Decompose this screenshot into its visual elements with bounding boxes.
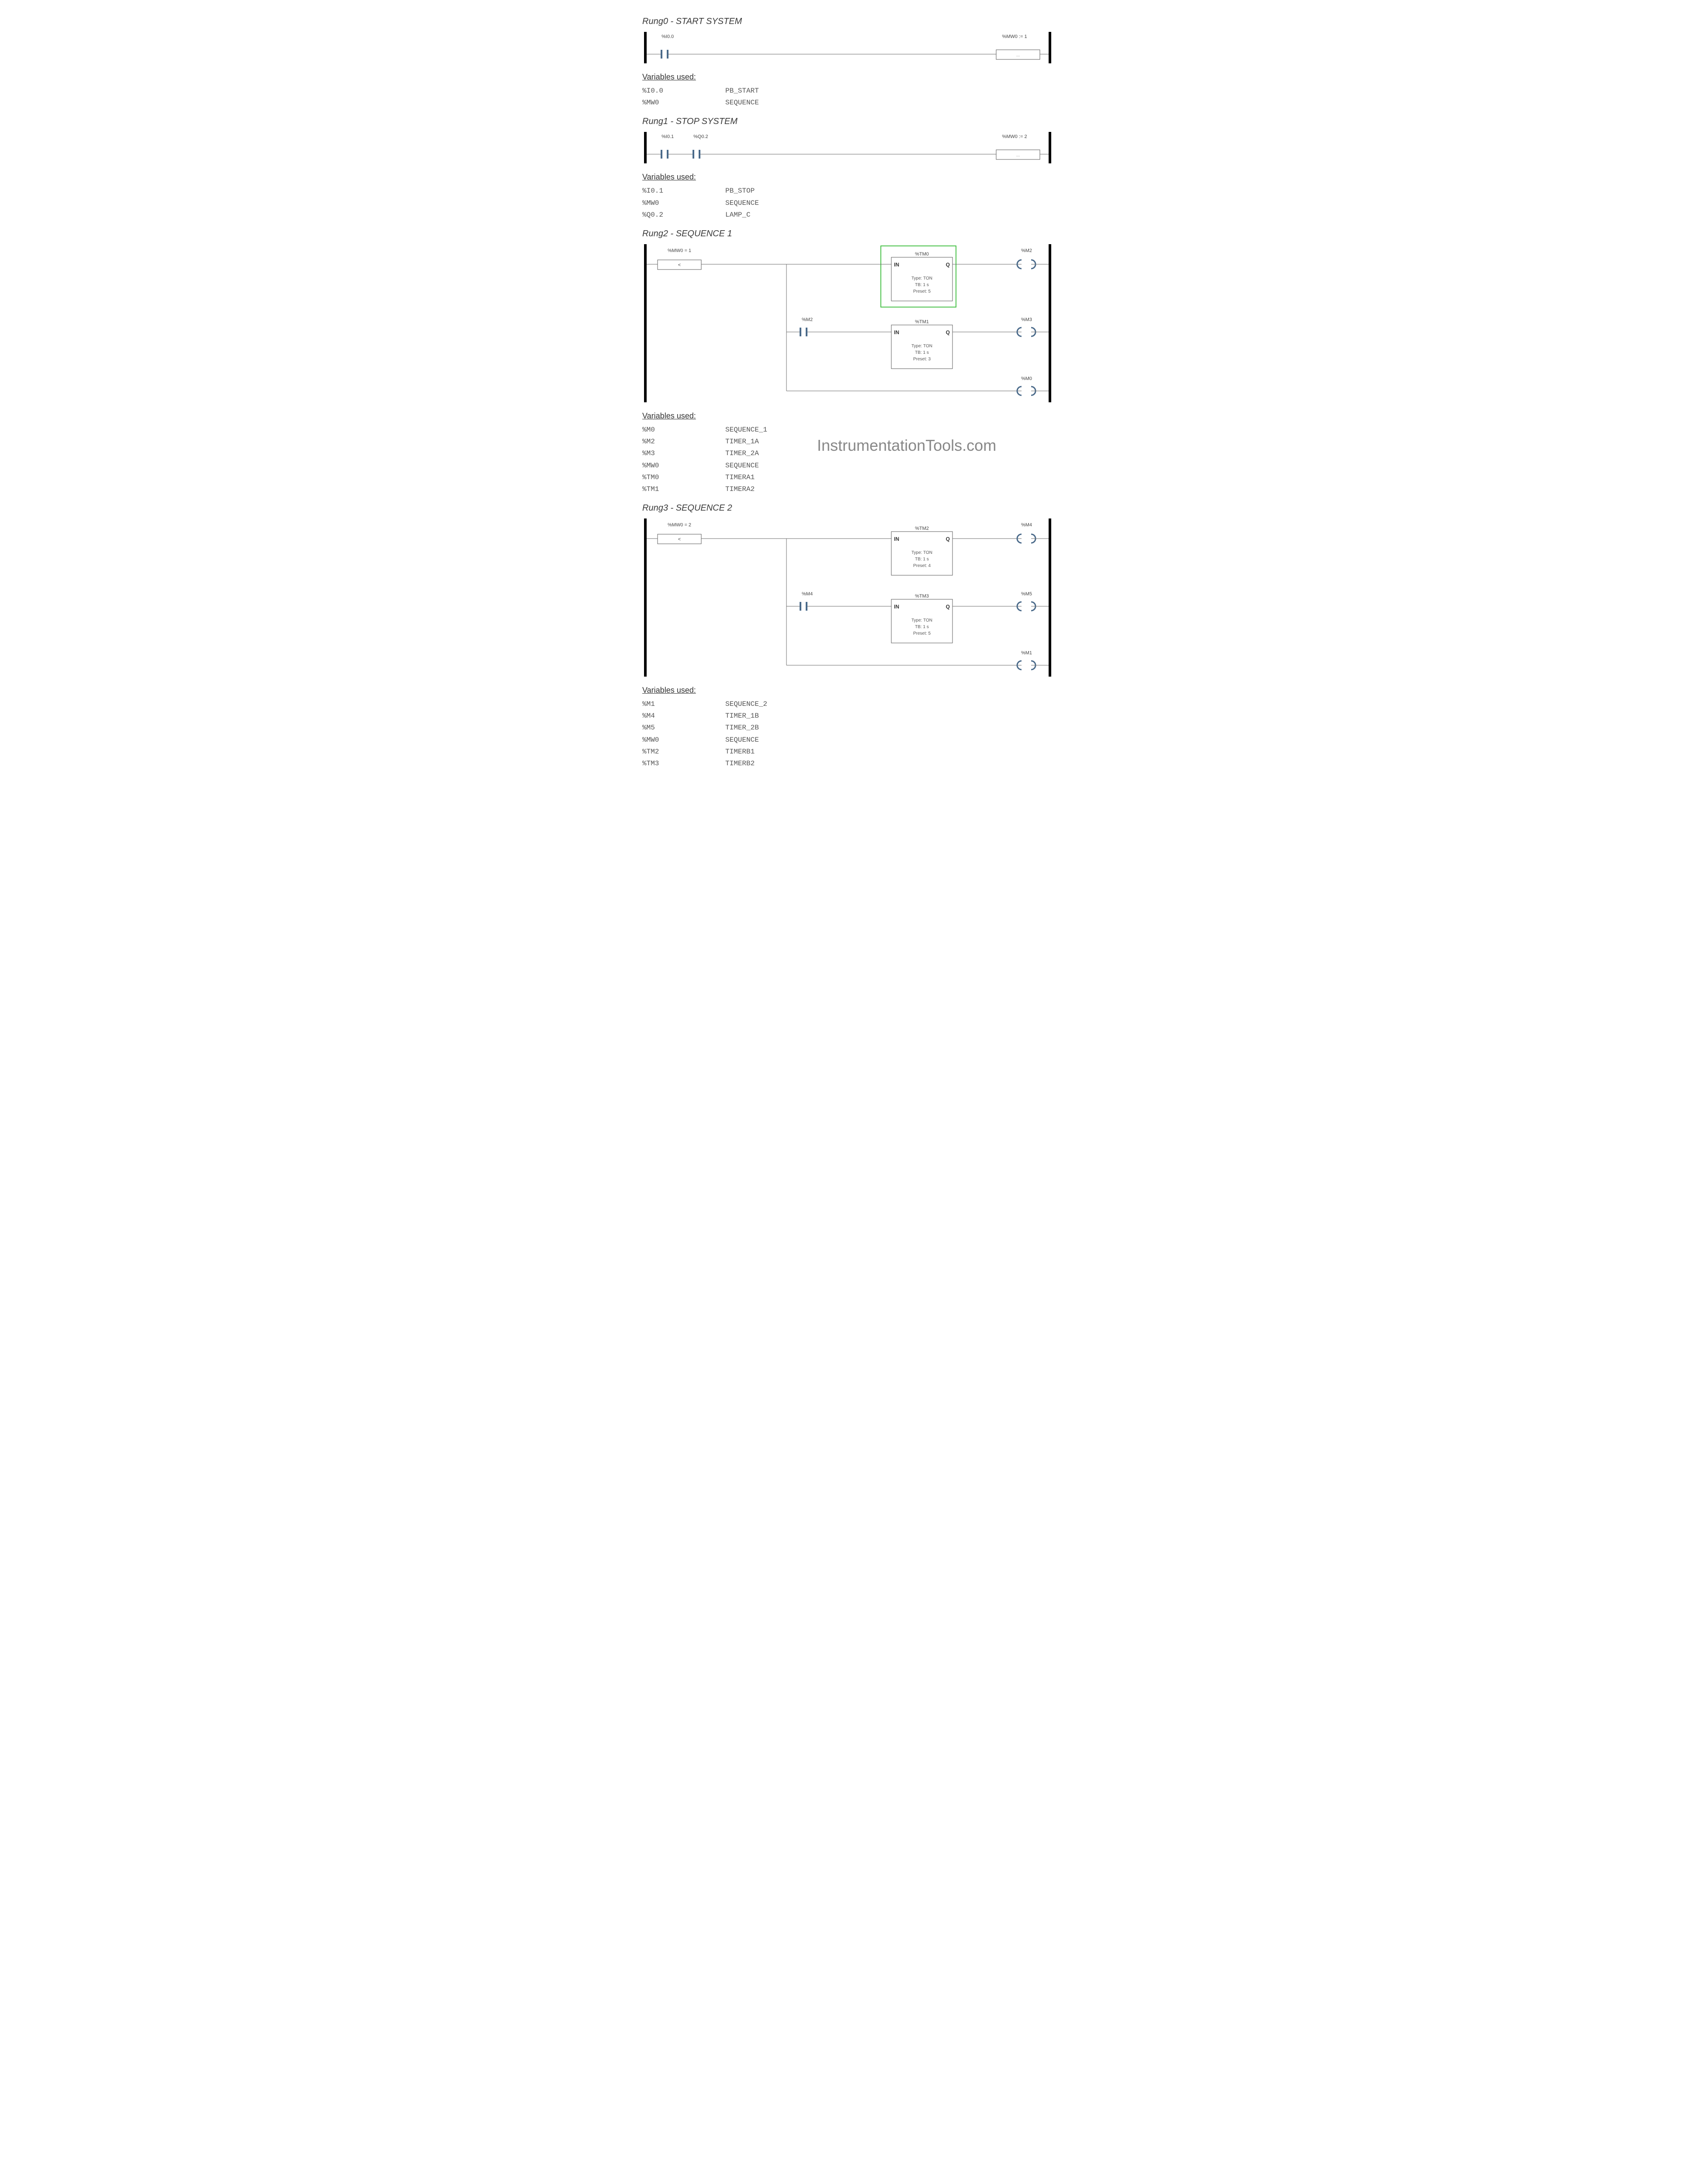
watermark-text: InstrumentationTools.com [817, 432, 996, 459]
rung2-vars: %M0SEQUENCE_1 %M2TIMER_1A %M3TIMER_2A %M… [642, 424, 1062, 495]
rung0-title: Rung0 - START SYSTEM [642, 17, 1062, 27]
rung3-timer1-addr: %TM2 [915, 526, 929, 531]
var-name: SEQUENCE_2 [725, 698, 767, 710]
rung0-vars: %I0.0PB_START %MW0SEQUENCE [642, 85, 1062, 109]
rung1-title: Rung1 - STOP SYSTEM [642, 117, 1062, 127]
rung2-timer1-type: Type: TON [911, 276, 932, 281]
var-addr: %M1 [642, 698, 725, 710]
var-name: TIMER_1A [725, 436, 759, 448]
rung2-timer1-tb: TB: 1 s [915, 283, 929, 287]
var-addr: %M5 [642, 722, 725, 734]
var-name: LAMP_C [725, 209, 751, 221]
rung3-contact-b-label: %M4 [802, 591, 813, 597]
var-addr: %M2 [642, 436, 725, 448]
rung2-timer1-preset: Preset: 5 [913, 289, 931, 294]
rung2-timer2-q: Q [946, 329, 950, 335]
rung3-timer1-preset: Preset: 4 [913, 563, 931, 568]
rung3-coil3-label: %M1 [1021, 650, 1032, 656]
rung2-timer2-in: IN [894, 329, 899, 335]
rung3-timer2-q: Q [946, 604, 950, 610]
var-addr: %TM1 [642, 484, 725, 495]
rung2-timer2-tb: TB: 1 s [915, 350, 929, 355]
var-name: SEQUENCE [725, 460, 759, 472]
rung1-op-symbol: ... [1016, 153, 1020, 158]
var-addr: %MW0 [642, 197, 725, 209]
rung3-title: Rung3 - SEQUENCE 2 [642, 503, 1062, 513]
var-name: TIMERB1 [725, 746, 755, 758]
var-name: SEQUENCE_1 [725, 424, 767, 436]
rung3-vars: %M1SEQUENCE_2 %M4TIMER_1B %M5TIMER_2B %M… [642, 698, 1062, 770]
var-name: TIMER_2B [725, 722, 759, 734]
rung3-vars-heading: Variables used: [642, 686, 1062, 695]
rung2-timer1-addr: %TM0 [915, 252, 929, 257]
var-addr: %M4 [642, 710, 725, 722]
var-addr: %MW0 [642, 734, 725, 746]
rung1-vars: %I0.1PB_STOP %MW0SEQUENCE %Q0.2LAMP_C [642, 185, 1062, 221]
rung1-contact1-label: %I0.1 [662, 134, 674, 139]
rung2-coil1-label: %M2 [1021, 248, 1032, 253]
rung2-timer2-preset: Preset: 3 [913, 357, 931, 362]
rung3-timer1-tb: TB: 1 s [915, 557, 929, 562]
rung2-title: Rung2 - SEQUENCE 1 [642, 229, 1062, 239]
rung3-timer2-in: IN [894, 604, 899, 610]
rung3-timer2-tb: TB: 1 s [915, 625, 929, 629]
rung0-diagram: %I0.0 %MW0 := 1 ... [642, 30, 1053, 65]
rung1-contact2-label: %Q0.2 [693, 134, 708, 139]
rung3-compare-label: %MW0 = 2 [668, 522, 691, 528]
rung2-diagram: %MW0 = 1 < %TM0 IN Q Type: TON TB: 1 s P… [642, 242, 1053, 404]
rung3-timer1-in: IN [894, 536, 899, 542]
var-addr: %MW0 [642, 460, 725, 472]
var-name: PB_STOP [725, 185, 755, 197]
var-addr: %M3 [642, 448, 725, 460]
var-addr: %I0.1 [642, 185, 725, 197]
var-name: SEQUENCE [725, 97, 759, 109]
rung3-timer2-type: Type: TON [911, 618, 932, 623]
rung0-op-symbol: ... [1016, 53, 1020, 58]
rung3-timer1-q: Q [946, 536, 950, 542]
rung2-compare-label: %MW0 = 1 [668, 248, 691, 253]
var-addr: %I0.0 [642, 85, 725, 97]
rung3-compare-symbol: < [678, 537, 681, 542]
rung0-contact1-label: %I0.0 [662, 34, 674, 39]
rung3-coil2-label: %M5 [1021, 591, 1032, 597]
var-name: TIMERA1 [725, 472, 755, 484]
var-name: TIMERA2 [725, 484, 755, 495]
rung2-compare-symbol: < [678, 263, 681, 268]
var-name: SEQUENCE [725, 197, 759, 209]
rung3-timer1-type: Type: TON [911, 550, 932, 555]
rung1-diagram: %I0.1 %Q0.2 %MW0 := 2 ... [642, 130, 1053, 165]
rung0-op-label: %MW0 := 1 [1002, 34, 1027, 39]
var-name: TIMER_1B [725, 710, 759, 722]
var-addr: %TM3 [642, 758, 725, 770]
var-addr: %MW0 [642, 97, 725, 109]
var-addr: %Q0.2 [642, 209, 725, 221]
rung2-timer1-q: Q [946, 262, 950, 268]
rung2-timer2-addr: %TM1 [915, 319, 929, 325]
rung2-vars-heading: Variables used: [642, 411, 1062, 421]
var-name: PB_START [725, 85, 759, 97]
rung3-timer2-preset: Preset: 5 [913, 631, 931, 636]
var-addr: %TM0 [642, 472, 725, 484]
rung2-contact-b-label: %M2 [802, 317, 813, 322]
rung3-diagram: %MW0 = 2 < %TM2 IN Q Type: TON TB: 1 s P… [642, 517, 1053, 678]
rung2-timer1-in: IN [894, 262, 899, 268]
var-name: TIMERB2 [725, 758, 755, 770]
var-name: SEQUENCE [725, 734, 759, 746]
rung3-timer2-addr: %TM3 [915, 594, 929, 599]
var-addr: %TM2 [642, 746, 725, 758]
rung2-timer2-type: Type: TON [911, 344, 932, 349]
rung2-coil3-label: %M0 [1021, 376, 1032, 381]
rung3-coil1-label: %M4 [1021, 522, 1032, 528]
rung1-vars-heading: Variables used: [642, 173, 1062, 182]
var-name: TIMER_2A [725, 448, 759, 460]
rung2-coil2-label: %M3 [1021, 317, 1032, 322]
var-addr: %M0 [642, 424, 725, 436]
rung0-vars-heading: Variables used: [642, 73, 1062, 82]
rung1-op-label: %MW0 := 2 [1002, 134, 1027, 139]
